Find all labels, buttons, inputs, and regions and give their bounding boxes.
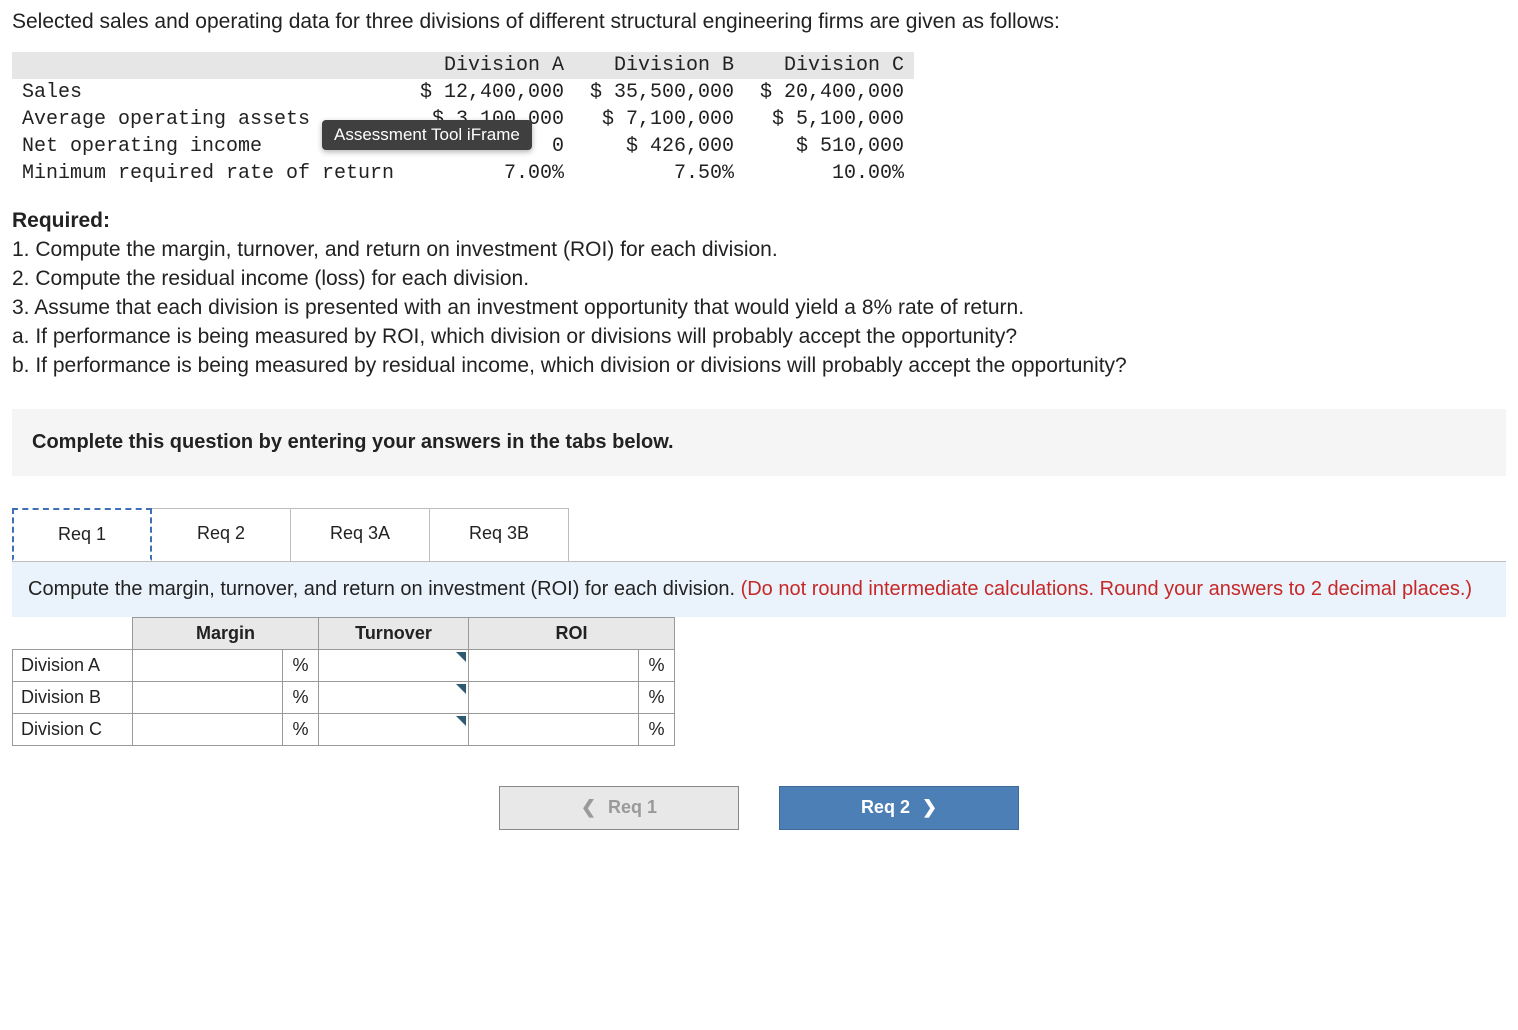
row-minrate-label: Minimum required rate of return xyxy=(12,160,404,187)
row-minrate-c: 10.00% xyxy=(744,160,914,187)
nav-row: ❮ Req 1 Req 2 ❯ xyxy=(12,786,1506,830)
table-row: Division B % % xyxy=(13,681,675,713)
prev-button-label: Req 1 xyxy=(608,797,657,818)
required-line-3b: b. If performance is being measured by r… xyxy=(12,352,1506,381)
answer-header-margin: Margin xyxy=(133,617,319,649)
prev-button[interactable]: ❮ Req 1 xyxy=(499,786,739,830)
roi-a-input[interactable] xyxy=(469,650,638,680)
required-header: Required: xyxy=(12,207,1506,236)
table-row: Division C % % xyxy=(13,713,675,745)
turnover-b-input[interactable] xyxy=(319,682,468,712)
required-line-3a: a. If performance is being measured by R… xyxy=(12,323,1506,352)
row-sales-c: $ 20,400,000 xyxy=(744,79,914,106)
margin-c-input[interactable] xyxy=(133,714,282,744)
next-button-label: Req 2 xyxy=(861,797,910,818)
answer-header-turnover: Turnover xyxy=(319,617,469,649)
chevron-right-icon: ❯ xyxy=(922,797,937,818)
answer-header-roi: ROI xyxy=(469,617,675,649)
answer-table: Margin Turnover ROI Division A % % Divis… xyxy=(12,617,675,746)
roi-b-input[interactable] xyxy=(469,682,638,712)
turnover-a-input[interactable] xyxy=(319,650,468,680)
margin-c-unit: % xyxy=(283,713,319,745)
turnover-c-input[interactable] xyxy=(319,714,468,744)
answer-row-c-label: Division C xyxy=(13,713,133,745)
instruction-band: Complete this question by entering your … xyxy=(12,409,1506,476)
col-header-b: Division B xyxy=(574,52,744,79)
margin-b-unit: % xyxy=(283,681,319,713)
row-assets-c: $ 5,100,000 xyxy=(744,106,914,133)
answer-row-b-label: Division B xyxy=(13,681,133,713)
tab-instruction: Compute the margin, turnover, and return… xyxy=(12,562,1506,617)
answer-row-a-label: Division A xyxy=(13,649,133,681)
required-line-2: 2. Compute the residual income (loss) fo… xyxy=(12,265,1506,294)
row-assets-b: $ 7,100,000 xyxy=(574,106,744,133)
tab-instruction-main: Compute the margin, turnover, and return… xyxy=(28,578,741,600)
tab-req1[interactable]: Req 1 xyxy=(12,508,152,561)
margin-b-input[interactable] xyxy=(133,682,282,712)
margin-a-unit: % xyxy=(283,649,319,681)
tab-instruction-hint: (Do not round intermediate calculations.… xyxy=(741,578,1472,600)
row-sales-b: $ 35,500,000 xyxy=(574,79,744,106)
iframe-tooltip: Assessment Tool iFrame xyxy=(322,120,532,150)
tab-req2[interactable]: Req 2 xyxy=(151,508,291,561)
row-sales-a: $ 12,400,000 xyxy=(404,79,574,106)
roi-c-input[interactable] xyxy=(469,714,638,744)
required-line-1: 1. Compute the margin, turnover, and ret… xyxy=(12,236,1506,265)
col-header-a: Division A xyxy=(404,52,574,79)
tabs-row: Req 1 Req 2 Req 3A Req 3B xyxy=(12,508,1506,562)
roi-b-unit: % xyxy=(639,681,675,713)
required-line-3: 3. Assume that each division is presente… xyxy=(12,294,1506,323)
row-noi-b: $ 426,000 xyxy=(574,133,744,160)
col-header-c: Division C xyxy=(744,52,914,79)
chevron-left-icon: ❮ xyxy=(581,797,596,818)
row-minrate-b: 7.50% xyxy=(574,160,744,187)
tab-req3a[interactable]: Req 3A xyxy=(290,508,430,561)
row-minrate-a: 7.00% xyxy=(404,160,574,187)
roi-c-unit: % xyxy=(639,713,675,745)
blank-header xyxy=(12,52,404,79)
table-row: Division A % % xyxy=(13,649,675,681)
next-button[interactable]: Req 2 ❯ xyxy=(779,786,1019,830)
row-noi-c: $ 510,000 xyxy=(744,133,914,160)
margin-a-input[interactable] xyxy=(133,650,282,680)
intro-text: Selected sales and operating data for th… xyxy=(12,10,1506,34)
roi-a-unit: % xyxy=(639,649,675,681)
row-sales-label: Sales xyxy=(12,79,404,106)
answer-corner xyxy=(13,617,133,649)
required-block: Required: 1. Compute the margin, turnove… xyxy=(12,207,1506,381)
given-data-section: Division A Division B Division C Sales $… xyxy=(12,52,1506,187)
tab-req3b[interactable]: Req 3B xyxy=(429,508,569,561)
